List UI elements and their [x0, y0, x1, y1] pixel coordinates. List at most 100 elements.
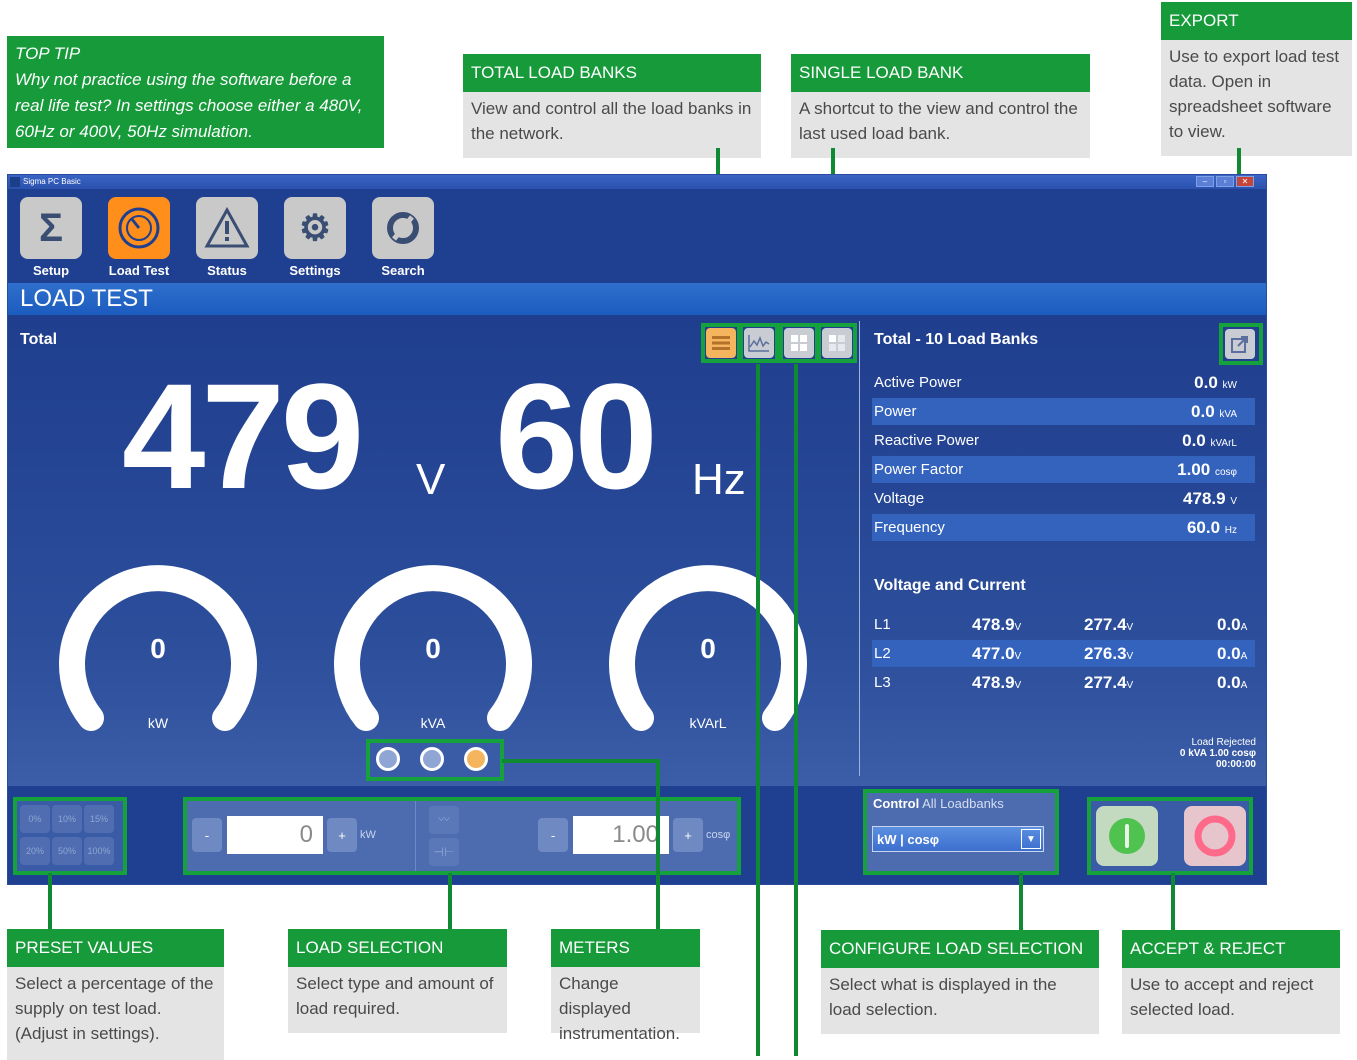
window-title: Sigma PC Basic — [23, 177, 81, 186]
pf-input[interactable]: 1.00 — [573, 816, 669, 854]
tool-label: Search — [381, 263, 425, 278]
callout-text: Select a percentage of the supply on tes… — [7, 967, 224, 1060]
tool-load-test[interactable]: Load Test — [107, 197, 171, 279]
close-icon[interactable]: ✕ — [1236, 176, 1254, 187]
preset-10[interactable]: 10% — [52, 805, 82, 833]
tool-settings[interactable]: ⚙ Settings — [283, 197, 347, 279]
callout-title: METERS — [551, 929, 700, 967]
phase-row: L1 478.9V 277.4V 0.0A — [874, 615, 1248, 634]
inductive-load-button[interactable]: 〰 — [429, 806, 459, 834]
accept-reject-callout: ACCEPT & REJECT Use to accept and reject… — [1122, 930, 1340, 1034]
measurement-row: Active Power 0.0 kW — [874, 373, 1237, 392]
page-title: LOAD TEST — [8, 283, 1266, 315]
load-type-divider — [415, 801, 416, 871]
tool-label: Status — [207, 263, 247, 278]
connector-line — [448, 873, 452, 929]
preset-values-callout: PRESET VALUES Select a percentage of the… — [7, 929, 224, 1060]
preset-50[interactable]: 50% — [52, 837, 82, 865]
export-callout: EXPORT Use to export load test data. Ope… — [1161, 2, 1352, 156]
load-selection-callout: LOAD SELECTION Select type and amount of… — [288, 929, 507, 1033]
measurement-table: Active Power 0.0 kW Power 0.0 kVA Reactive… — [872, 369, 1255, 541]
chevron-down-icon: ▼ — [1021, 829, 1041, 849]
callout-text: Select type and amount of load required. — [288, 967, 507, 1033]
capacitive-load-button[interactable]: ⊣⊢ — [429, 838, 459, 866]
grid-view-button[interactable] — [784, 328, 814, 358]
tool-status[interactable]: Status — [195, 197, 259, 279]
control-label: Control All Loadbanks — [873, 796, 1004, 811]
callout-title: TOTAL LOAD BANKS — [463, 54, 761, 92]
callout-text: Use to accept and reject selected load. — [1122, 968, 1340, 1034]
refresh-search-icon — [372, 197, 434, 259]
kw-input[interactable]: 0 — [227, 816, 323, 854]
minimize-icon[interactable]: – — [1196, 176, 1214, 187]
accept-button[interactable] — [1096, 806, 1158, 866]
section-title: Total — [20, 331, 58, 348]
preset-100[interactable]: 100% — [84, 837, 114, 865]
measurement-row: Voltage 478.9 V — [874, 489, 1237, 508]
grid-icon — [791, 335, 807, 351]
kvarl-gauge-unit: kVArL — [689, 715, 727, 731]
tool-label: Load Test — [108, 263, 170, 278]
callout-title: EXPORT — [1161, 2, 1352, 40]
callout-title: SINGLE LOAD BANK — [791, 54, 1090, 92]
callout-title: PRESET VALUES — [7, 929, 224, 967]
main-panel: Total 479 V 60 Hz 0 kW 0 kVA 0 kVArL Tot… — [8, 315, 1266, 786]
sigma-icon: Σ — [20, 197, 82, 259]
tool-search[interactable]: Search — [371, 197, 435, 279]
kva-gauge-value: 0 — [425, 633, 441, 664]
total-load-banks-callout: TOTAL LOAD BANKS View and control all th… — [463, 54, 761, 158]
top-tip-title: TOP TIP — [15, 44, 81, 63]
meter-dot-2[interactable] — [420, 747, 444, 771]
callout-title: CONFIGURE LOAD SELECTION — [821, 930, 1099, 968]
control-mode-select[interactable]: kW | cosφ ▼ — [872, 826, 1044, 852]
kw-gauge-unit: kW — [147, 715, 169, 731]
single-bank-view-button[interactable] — [822, 328, 852, 358]
configure-callout: CONFIGURE LOAD SELECTION Select what is … — [821, 930, 1099, 1034]
pf-decrease-button[interactable]: - — [538, 818, 568, 852]
voltage-unit: V — [416, 455, 446, 504]
single-grid-icon — [829, 335, 845, 351]
app-icon — [10, 177, 20, 187]
load-rejected-status: Load Rejected 0 kVA 1.00 cosφ 00:00:00 — [1179, 737, 1256, 770]
restore-icon[interactable]: ▫ — [1216, 176, 1234, 187]
tool-setup[interactable]: Σ Setup — [19, 197, 83, 279]
connector-line — [794, 364, 798, 1056]
single-load-bank-callout: SINGLE LOAD BANK A shortcut to the view … — [791, 54, 1090, 158]
measurement-row: Power 0.0 kVA — [872, 398, 1255, 425]
kw-increase-button[interactable]: + — [327, 818, 357, 852]
kw-decrease-button[interactable]: - — [192, 818, 222, 852]
callout-text: A shortcut to the view and control the l… — [791, 92, 1090, 158]
frequency-readout: 60 — [495, 352, 658, 520]
meter-dot-3[interactable] — [464, 747, 488, 771]
callout-title: ACCEPT & REJECT — [1122, 930, 1340, 968]
window-titlebar: Sigma PC Basic – ▫ ✕ — [8, 175, 1266, 189]
list-icon — [712, 336, 730, 350]
phase-row: L2 477.0V 276.3V 0.0A — [872, 640, 1255, 667]
list-view-button[interactable] — [706, 328, 736, 358]
callout-title: LOAD SELECTION — [288, 929, 507, 967]
preset-15[interactable]: 15% — [84, 805, 114, 833]
pf-unit: cosφ — [706, 829, 731, 841]
export-button[interactable] — [1225, 329, 1255, 359]
side-panel: Total - 10 Load Banks Active Power 0.0 kW… — [872, 315, 1263, 780]
pf-increase-button[interactable]: + — [673, 818, 703, 852]
preset-0[interactable]: 0% — [20, 805, 50, 833]
kw-unit: kW — [360, 829, 376, 841]
power-on-icon — [1109, 818, 1145, 854]
kw-gauge-value: 0 — [150, 633, 166, 664]
connector-line — [1019, 873, 1023, 930]
export-icon — [1231, 336, 1248, 353]
preset-20[interactable]: 20% — [20, 837, 50, 865]
reject-button[interactable] — [1184, 806, 1246, 866]
connector-line — [502, 759, 658, 763]
power-off-icon — [1194, 815, 1236, 857]
gear-icon: ⚙ — [284, 197, 346, 259]
frequency-unit: Hz — [692, 455, 746, 504]
connector-line — [656, 759, 660, 929]
top-tip-text: Why not practice using the software befo… — [15, 70, 363, 141]
connector-line — [48, 873, 52, 929]
meter-dot-1[interactable] — [376, 747, 400, 771]
chart-view-button[interactable] — [744, 328, 774, 358]
meters-callout: METERS Change displayed instrumentation. — [551, 929, 700, 1043]
tool-label: Settings — [289, 263, 341, 278]
